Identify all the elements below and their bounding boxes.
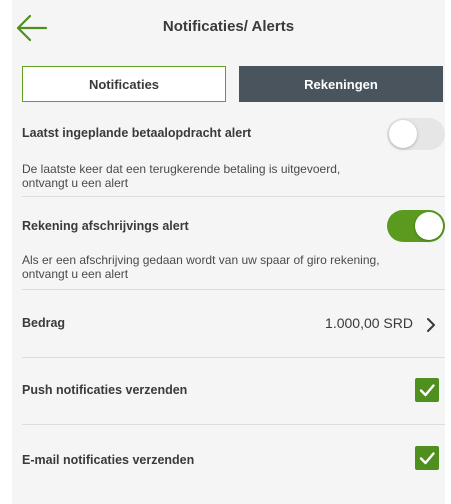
scheduled-alert-label: Laatst ingeplande betaalopdracht alert <box>22 126 252 140</box>
scheduled-alert-row: Laatst ingeplande betaalopdracht alert D… <box>22 118 445 194</box>
checkmark-icon <box>419 384 435 397</box>
push-label: Push notificaties verzenden <box>22 383 188 397</box>
tab-notificaties[interactable]: Notificaties <box>22 66 226 102</box>
checkmark-icon <box>419 452 435 465</box>
email-row: E-mail notificaties verzenden <box>22 425 443 491</box>
amount-value: 1.000,00 SRD <box>325 315 413 331</box>
debit-alert-description: Als er een afschrijving gedaan wordt van… <box>22 253 380 281</box>
chevron-right-icon[interactable] <box>425 317 437 333</box>
scheduled-alert-description: De laatste keer dat een terugkerende bet… <box>22 162 341 190</box>
page-title: Notificaties/ Alerts <box>162 18 295 35</box>
debit-alert-row: Rekening afschrijvings alert Als er een … <box>22 210 445 286</box>
debit-alert-toggle[interactable] <box>387 210 445 242</box>
toggle-knob <box>415 212 443 240</box>
tab-rekeningen[interactable]: Rekeningen <box>239 66 443 102</box>
toggle-knob <box>389 120 417 148</box>
amount-row[interactable]: Bedrag 1.000,00 SRD <box>22 290 443 356</box>
push-checkbox[interactable] <box>415 378 439 402</box>
header: Notificaties/ Alerts <box>12 0 445 56</box>
scheduled-alert-toggle[interactable] <box>387 118 445 150</box>
email-checkbox[interactable] <box>415 446 439 470</box>
debit-alert-label: Rekening afschrijvings alert <box>22 219 189 233</box>
settings-panel: Notificaties/ Alerts Notificaties Rekeni… <box>12 0 445 504</box>
divider <box>22 196 445 197</box>
amount-label: Bedrag <box>22 316 66 330</box>
push-row: Push notificaties verzenden <box>22 358 443 424</box>
email-label: E-mail notificaties verzenden <box>22 453 195 467</box>
